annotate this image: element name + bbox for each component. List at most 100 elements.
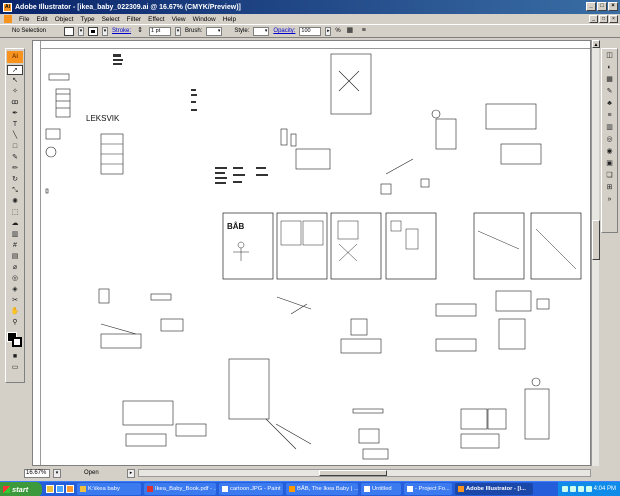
doc-close-button[interactable]: × xyxy=(609,15,618,23)
opacity-input[interactable]: 100 xyxy=(299,26,322,36)
eyedropper-tool-icon[interactable]: ⌀ xyxy=(7,263,23,273)
taskbar-item-browser[interactable]: BÅB, The Ikea Baby | ... xyxy=(286,483,358,495)
graphic-styles-palette-icon[interactable]: ▣ xyxy=(603,159,616,169)
selection-tool-icon[interactable]: ➚ xyxy=(7,65,23,75)
illustrator-icon xyxy=(458,486,464,492)
maximize-button[interactable]: □ xyxy=(597,2,607,11)
transparency-palette-icon[interactable]: ◎ xyxy=(603,135,616,145)
menu-view[interactable]: View xyxy=(169,16,189,23)
style-dropdown[interactable]: ▾ xyxy=(253,26,270,36)
lasso-tool-icon[interactable]: ꝏ xyxy=(7,98,23,108)
brushes-palette-icon[interactable]: ✎ xyxy=(603,87,616,97)
menu-type[interactable]: Type xyxy=(77,16,97,23)
hand-tool-icon[interactable]: ✋ xyxy=(7,307,23,317)
fill-swatch[interactable] xyxy=(64,26,75,36)
zoom-dropdown-icon[interactable]: ▾ xyxy=(53,468,61,478)
doc-minimize-button[interactable]: _ xyxy=(589,15,598,23)
blend-tool-icon[interactable]: ◎ xyxy=(7,274,23,284)
tray-icon[interactable] xyxy=(569,486,576,492)
brush-dropdown[interactable]: ▾ xyxy=(206,26,223,36)
menu-edit[interactable]: Edit xyxy=(33,16,50,23)
symbols-palette-icon[interactable]: ♣ xyxy=(603,99,616,109)
taskbar-item-folder[interactable]: K:\ikea baby xyxy=(77,483,141,495)
direct-selection-tool-icon[interactable]: ↖ xyxy=(7,76,23,86)
taskbar-item-project[interactable]: - Project Fo... xyxy=(404,483,452,495)
rotate-tool-icon[interactable]: ↻ xyxy=(7,175,23,185)
menu-help[interactable]: Help xyxy=(220,16,239,23)
zoom-level-field[interactable]: 16.67% xyxy=(24,468,50,478)
warp-tool-icon[interactable]: ✺ xyxy=(7,197,23,207)
horizontal-scrollbar[interactable] xyxy=(138,469,591,477)
free-transform-tool-icon[interactable]: ⬚ xyxy=(7,208,23,218)
screen-mode-icon[interactable]: ▭ xyxy=(7,363,23,373)
stroke-palette-icon[interactable]: ≡ xyxy=(603,111,616,121)
gradient-tool-icon[interactable]: ▤ xyxy=(7,252,23,262)
start-button[interactable]: start xyxy=(0,481,42,496)
layers-palette-icon[interactable]: ❏ xyxy=(603,171,616,181)
expand-dock-icon[interactable]: » xyxy=(603,195,616,205)
opacity-dropdown-icon[interactable]: ▸ xyxy=(325,26,332,36)
document-setup-icon[interactable]: ▦ xyxy=(345,27,355,36)
tray-icon[interactable] xyxy=(577,486,584,492)
document-canvas[interactable]: LEKSVIK BÅB xyxy=(32,40,591,466)
menu-filter[interactable]: Filter xyxy=(124,16,144,23)
stroke-label-link[interactable]: Stroke: xyxy=(112,28,131,34)
document-icon[interactable] xyxy=(4,15,12,23)
taskbar-item-pdf[interactable]: Ikea_Baby_Book.pdf - ... xyxy=(144,483,216,495)
menu-object[interactable]: Object xyxy=(52,16,77,23)
swatches-palette-icon[interactable]: ▦ xyxy=(603,75,616,85)
control-palette: No Selection ▾ ▾ Stroke: ⇕ 1 pt ▾ Brush:… xyxy=(0,24,620,38)
symbol-sprayer-tool-icon[interactable]: ☁ xyxy=(7,219,23,229)
vertical-scrollbar[interactable]: ▲ xyxy=(591,40,600,466)
fill-dropdown-icon[interactable]: ▾ xyxy=(78,26,85,36)
stroke-weight-dropdown-icon[interactable]: ▾ xyxy=(175,26,182,36)
scale-tool-icon[interactable]: ⤡ xyxy=(7,186,23,196)
paintbrush-tool-icon[interactable]: ✎ xyxy=(7,153,23,163)
menu-select[interactable]: Select xyxy=(99,16,123,23)
minimize-button[interactable]: _ xyxy=(586,2,596,11)
type-tool-icon[interactable]: T xyxy=(7,120,23,130)
quick-launch-icon[interactable] xyxy=(56,485,64,493)
taskbar-item-illustrator[interactable]: Adobe Illustrator - [i... xyxy=(455,483,533,495)
stroke-dropdown-icon[interactable]: ▾ xyxy=(102,26,109,36)
clock[interactable]: 4:04 PM xyxy=(594,486,616,492)
align-palette-icon[interactable]: ⊞ xyxy=(603,183,616,193)
zoom-tool-icon[interactable]: ⚲ xyxy=(7,318,23,328)
scroll-up-icon[interactable]: ▲ xyxy=(592,40,600,48)
color-mode-icon[interactable]: ■ xyxy=(7,352,23,362)
live-paint-tool-icon[interactable]: ◈ xyxy=(7,285,23,295)
quick-launch-icon[interactable] xyxy=(66,485,74,493)
quick-launch-icon[interactable] xyxy=(46,485,54,493)
line-tool-icon[interactable]: ╲ xyxy=(7,131,23,141)
rectangle-tool-icon[interactable]: □ xyxy=(7,142,23,152)
fill-stroke-indicator[interactable] xyxy=(7,332,23,348)
navigator-palette-icon[interactable]: ◫ xyxy=(603,51,616,61)
control-palette-menu-icon[interactable]: ≡ xyxy=(359,27,369,36)
menu-file[interactable]: File xyxy=(16,16,32,23)
tray-icon[interactable] xyxy=(561,486,568,492)
taskbar-item-paint[interactable]: cartoon.JPG - Paint xyxy=(219,483,283,495)
scissors-tool-icon[interactable]: ✂ xyxy=(7,296,23,306)
appearance-palette-icon[interactable]: ◉ xyxy=(603,147,616,157)
stroke-swatch[interactable] xyxy=(88,26,99,36)
stroke-stepper-icon[interactable]: ⇕ xyxy=(135,27,145,36)
menu-effect[interactable]: Effect xyxy=(145,16,168,23)
stroke-weight-input[interactable]: 1 pt xyxy=(149,26,172,36)
magic-wand-tool-icon[interactable]: ✧ xyxy=(7,87,23,97)
doc-restore-button[interactable]: □ xyxy=(599,15,608,23)
pen-tool-icon[interactable]: ✒ xyxy=(7,109,23,119)
mesh-tool-icon[interactable]: # xyxy=(7,241,23,251)
color-palette-icon[interactable]: ◐ xyxy=(603,63,616,73)
horizontal-scroll-thumb[interactable] xyxy=(319,470,388,476)
taskbar-item-untitled[interactable]: Untitled xyxy=(361,483,401,495)
graph-tool-icon[interactable]: ▥ xyxy=(7,230,23,240)
vertical-scroll-thumb[interactable] xyxy=(592,220,600,260)
menu-window[interactable]: Window xyxy=(190,16,219,23)
close-button[interactable]: × xyxy=(608,2,618,11)
tray-icon[interactable] xyxy=(585,486,592,492)
opacity-label-link[interactable]: Opacity: xyxy=(273,28,295,34)
gradient-palette-icon[interactable]: ▥ xyxy=(603,123,616,133)
stroke-color-icon[interactable] xyxy=(12,337,22,347)
status-menu-icon[interactable]: ▸ xyxy=(127,468,135,478)
pencil-tool-icon[interactable]: ✏ xyxy=(7,164,23,174)
